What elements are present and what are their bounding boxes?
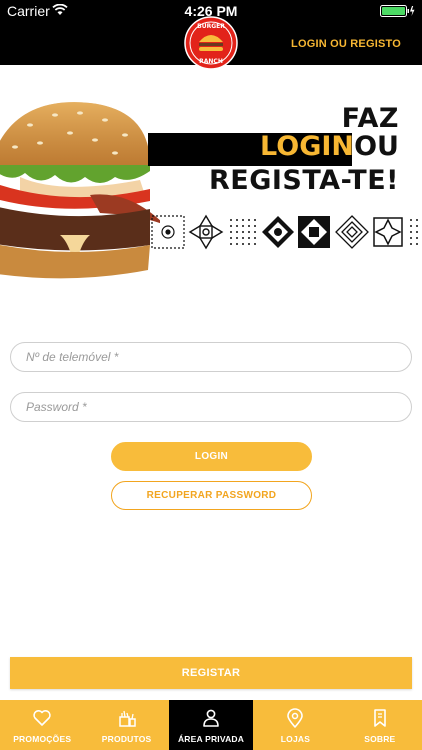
burger-ranch-logo[interactable]: BURGER RANCH <box>184 16 238 70</box>
svg-text:RANCH: RANCH <box>199 58 223 65</box>
slogan-line3: REGISTA-TE! <box>208 165 399 196</box>
nav-label-promocoes: PROMOÇÕES <box>13 734 72 744</box>
password-field[interactable] <box>10 392 412 422</box>
bookmark-icon <box>374 709 386 727</box>
recover-password-button[interactable]: RECUPERAR PASSWORD <box>111 481 312 510</box>
phone-input[interactable] <box>11 343 411 371</box>
nav-label-lojas: LOJAS <box>280 734 311 744</box>
slogan-line1: FAZ <box>341 103 399 134</box>
hero-banner: FAZ LOGIN OU REGISTA-TE! <box>0 65 422 300</box>
decorative-tiles <box>151 214 418 250</box>
nav-item-produtos[interactable]: PRODUTOS <box>84 700 168 750</box>
phone-field[interactable] <box>10 342 412 372</box>
nav-item-area-privada[interactable]: ÁREA PRIVADA <box>168 700 254 750</box>
nav-label-produtos: PRODUTOS <box>101 734 152 744</box>
password-input[interactable] <box>11 393 411 421</box>
map-pin-icon <box>287 708 304 728</box>
slogan-highlight: LOGIN <box>260 131 354 162</box>
svg-text:BURGER: BURGER <box>197 23 225 30</box>
bottom-nav: PROMOÇÕES PRODUTOS ÁREA PRIVADA LOJAS SO… <box>0 700 422 750</box>
burger-image <box>0 102 160 279</box>
nav-label-sobre: SOBRE <box>364 734 396 744</box>
login-register-link[interactable]: LOGIN OU REGISTO <box>291 38 401 50</box>
nav-item-promocoes[interactable]: PROMOÇÕES <box>0 700 84 750</box>
nav-item-lojas[interactable]: LOJAS <box>253 700 337 750</box>
user-icon <box>203 709 219 727</box>
nav-label-area-privada: ÁREA PRIVADA <box>177 734 245 744</box>
slogan-line2: OU <box>354 131 399 162</box>
nav-item-sobre[interactable]: SOBRE <box>338 700 422 750</box>
register-button[interactable]: REGISTAR <box>10 657 412 689</box>
battery-icon <box>380 5 415 17</box>
login-button[interactable]: LOGIN <box>111 442 312 471</box>
food-icon <box>118 710 136 727</box>
heart-icon <box>33 710 51 726</box>
